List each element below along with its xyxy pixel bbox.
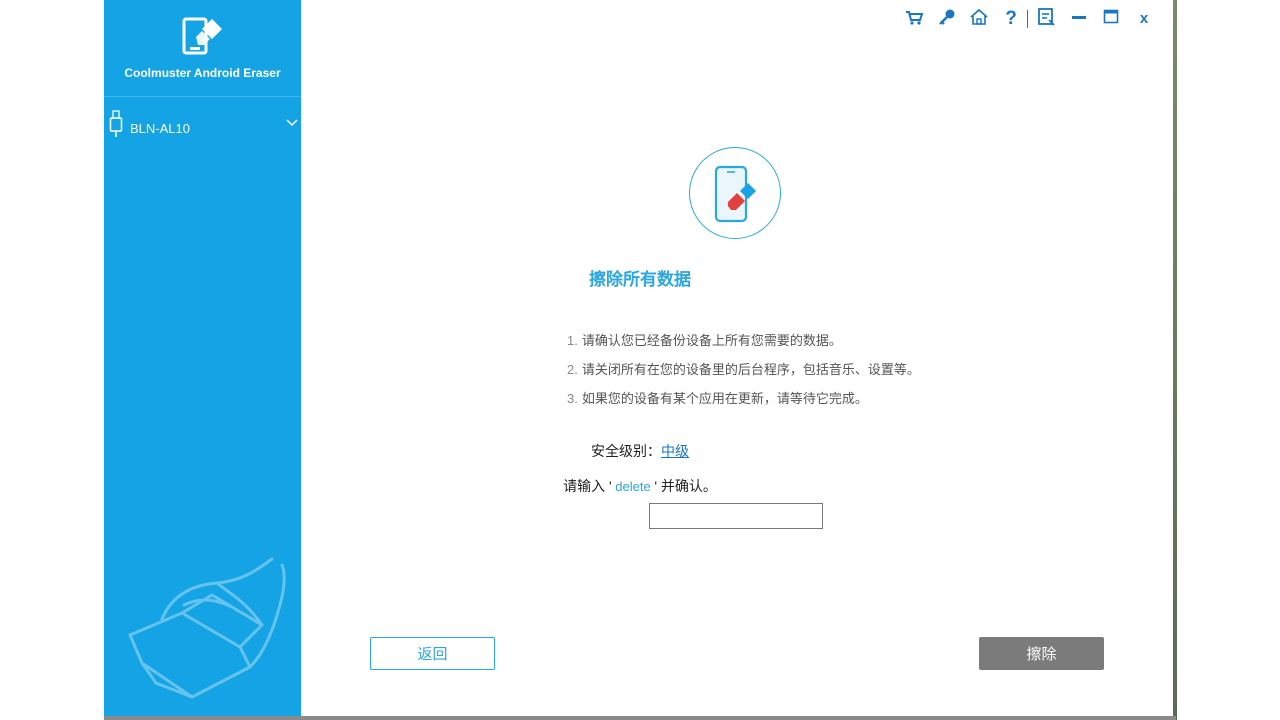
device-selector[interactable]: BLN-AL10 — [104, 104, 301, 144]
feedback-icon[interactable] — [1035, 6, 1057, 28]
step-text: 请关闭所有在您的设备里的后台程序，包括音乐、设置等。 — [581, 362, 920, 377]
phone-eraser-icon — [714, 165, 756, 223]
help-icon[interactable]: ? — [1000, 6, 1022, 28]
svg-text:?: ? — [1005, 8, 1017, 28]
step-text: 如果您的设备有某个应用在更新，请等待它完成。 — [581, 391, 868, 406]
eraser-logo-icon — [182, 17, 222, 55]
list-item: 1. 请确认您已经备份设备上所有您需要的数据。 — [567, 330, 1127, 359]
toolbar-separator — [1027, 10, 1028, 28]
logo-area: Coolmuster Android Eraser — [104, 0, 301, 97]
app-window: Coolmuster Android Eraser BLN-AL10 ? x 擦… — [104, 0, 1176, 720]
security-level-label: 安全级别： — [591, 443, 661, 459]
step-number: 2. — [567, 362, 578, 377]
home-icon[interactable] — [968, 6, 990, 28]
security-level-row: 安全级别：中级 — [104, 441, 1176, 461]
list-item: 2. 请关闭所有在您的设备里的后台程序，包括音乐、设置等。 — [567, 359, 1127, 388]
instruction-list: 1. 请确认您已经备份设备上所有您需要的数据。 2. 请关闭所有在您的设备里的后台程… — [567, 330, 1127, 417]
step-number: 3. — [567, 391, 578, 406]
key-icon[interactable] — [936, 6, 958, 28]
svg-text:x: x — [1140, 10, 1149, 27]
list-item: 3. 如果您的设备有某个应用在更新，请等待它完成。 — [567, 388, 1127, 417]
window-edge-bottom — [104, 716, 1176, 720]
hand-eraser-illustration — [128, 557, 286, 699]
phone-eraser-circle — [689, 147, 781, 239]
security-level-link[interactable]: 中级 — [661, 443, 689, 459]
close-icon[interactable]: x — [1133, 6, 1155, 28]
back-button[interactable]: 返回 — [370, 637, 495, 670]
sidebar: Coolmuster Android Eraser BLN-AL10 — [104, 0, 301, 716]
erase-button[interactable]: 擦除 — [979, 637, 1104, 670]
step-number: 1. — [567, 333, 578, 348]
confirm-delete-input[interactable] — [649, 503, 823, 529]
confirm-keyword: delete — [611, 479, 655, 494]
confirm-suffix: ' 并确认。 — [654, 478, 717, 494]
confirm-prefix: 请输入 ' — [563, 478, 612, 494]
confirm-instruction: 请输入 ' delete ' 并确认。 — [104, 476, 1176, 496]
window-edge-right — [1173, 0, 1177, 720]
chevron-down-icon[interactable] — [285, 118, 299, 128]
step-text: 请确认您已经备份设备上所有您需要的数据。 — [581, 333, 842, 348]
device-name: BLN-AL10 — [130, 121, 190, 136]
minimize-icon[interactable] — [1068, 6, 1090, 28]
page-title: 擦除所有数据 — [589, 270, 691, 289]
usb-icon — [109, 110, 123, 137]
cart-icon[interactable] — [903, 6, 925, 28]
maximize-icon[interactable] — [1100, 6, 1122, 28]
app-name: Coolmuster Android Eraser — [124, 66, 281, 80]
